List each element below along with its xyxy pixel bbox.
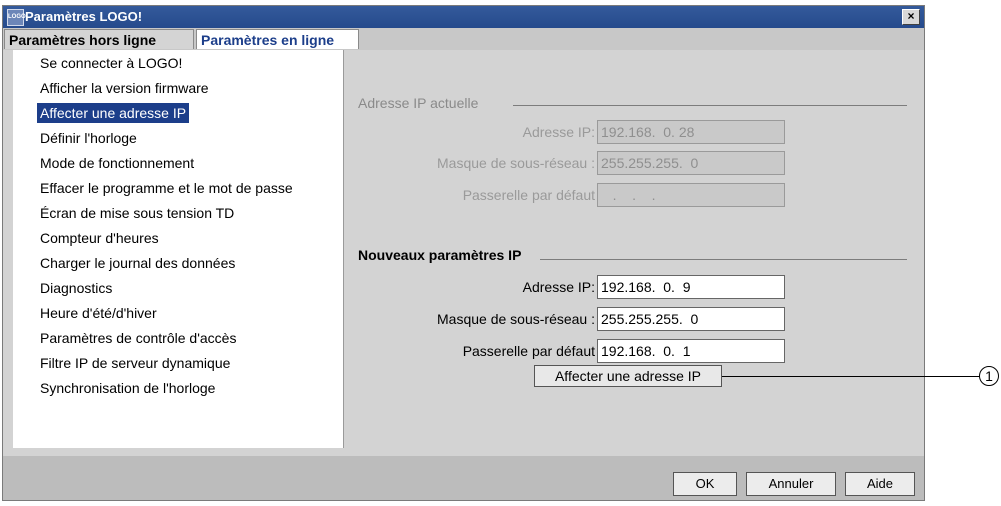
new-ip-address-input[interactable]: 192.168. 0. 9 — [597, 275, 785, 299]
close-button[interactable]: × — [902, 9, 920, 25]
dialog-footer: OK Annuler Aide — [3, 456, 924, 500]
new-ip-address-label: Adresse IP: — [522, 279, 595, 295]
sidebar-list: Se connecter à LOGO! Afficher la version… — [13, 50, 344, 448]
cancel-button[interactable]: Annuler — [746, 472, 836, 496]
settings-dialog: LOGO Paramètres LOGO! × Paramètres hors … — [2, 5, 925, 501]
current-ip-group-label: Adresse IP actuelle — [358, 95, 479, 111]
tab-bar: Paramètres hors ligne Paramètres en lign… — [3, 28, 924, 50]
current-gateway-label: Passerelle par défaut — [462, 187, 595, 203]
callout-marker: 1 — [979, 366, 999, 386]
sidebar-item-hour-counter[interactable]: Compteur d'heures — [37, 228, 162, 248]
content-area: Se connecter à LOGO! Afficher la version… — [3, 50, 924, 456]
tab-offline-settings[interactable]: Paramètres hors ligne — [4, 29, 194, 49]
current-ip-address-field: 192.168. 0. 28 — [597, 120, 785, 144]
sidebar-item-mode[interactable]: Mode de fonctionnement — [37, 153, 197, 173]
sidebar-item-connect[interactable]: Se connecter à LOGO! — [37, 53, 185, 73]
sidebar-item-dst[interactable]: Heure d'été/d'hiver — [37, 303, 160, 323]
sidebar-item-erase[interactable]: Effacer le programme et le mot de passe — [37, 178, 296, 198]
current-gateway-field: . . . — [597, 183, 785, 207]
sidebar-item-firmware[interactable]: Afficher la version firmware — [37, 78, 212, 98]
sidebar-item-td-screen[interactable]: Écran de mise sous tension TD — [37, 203, 237, 223]
title-bar: LOGO Paramètres LOGO! × — [3, 6, 924, 28]
new-ip-divider — [540, 259, 907, 260]
new-ip-group-label: Nouveaux paramètres IP — [358, 247, 522, 263]
callout-leader-line — [722, 376, 982, 377]
sidebar-item-ip-filter[interactable]: Filtre IP de serveur dynamique — [37, 353, 233, 373]
current-subnet-mask-label: Masque de sous-réseau : — [437, 155, 595, 171]
sidebar-item-assign-ip[interactable]: Affecter une adresse IP — [37, 103, 190, 123]
new-subnet-mask-label: Masque de sous-réseau : — [437, 311, 595, 327]
new-gateway-input[interactable]: 192.168. 0. 1 — [597, 339, 785, 363]
window-title: Paramètres LOGO! — [25, 9, 143, 24]
current-ip-address-label: Adresse IP: — [522, 124, 595, 140]
new-subnet-mask-input[interactable]: 255.255.255. 0 — [597, 307, 785, 331]
current-ip-divider — [513, 105, 907, 106]
new-gateway-label: Passerelle par défaut — [462, 343, 595, 359]
sidebar-item-diagnostics[interactable]: Diagnostics — [37, 278, 115, 298]
assign-ip-button[interactable]: Affecter une adresse IP — [534, 365, 722, 387]
sidebar-item-clock[interactable]: Définir l'horloge — [37, 128, 140, 148]
current-subnet-mask-field: 255.255.255. 0 — [597, 151, 785, 175]
tab-online-settings[interactable]: Paramètres en ligne — [196, 29, 359, 49]
logo-app-icon: LOGO — [7, 9, 26, 26]
sidebar-item-access-control[interactable]: Paramètres de contrôle d'accès — [37, 328, 239, 348]
ok-button[interactable]: OK — [673, 472, 737, 496]
sidebar-item-clock-sync[interactable]: Synchronisation de l'horloge — [37, 378, 218, 398]
sidebar-item-data-log[interactable]: Charger le journal des données — [37, 253, 238, 273]
help-button[interactable]: Aide — [845, 472, 915, 496]
